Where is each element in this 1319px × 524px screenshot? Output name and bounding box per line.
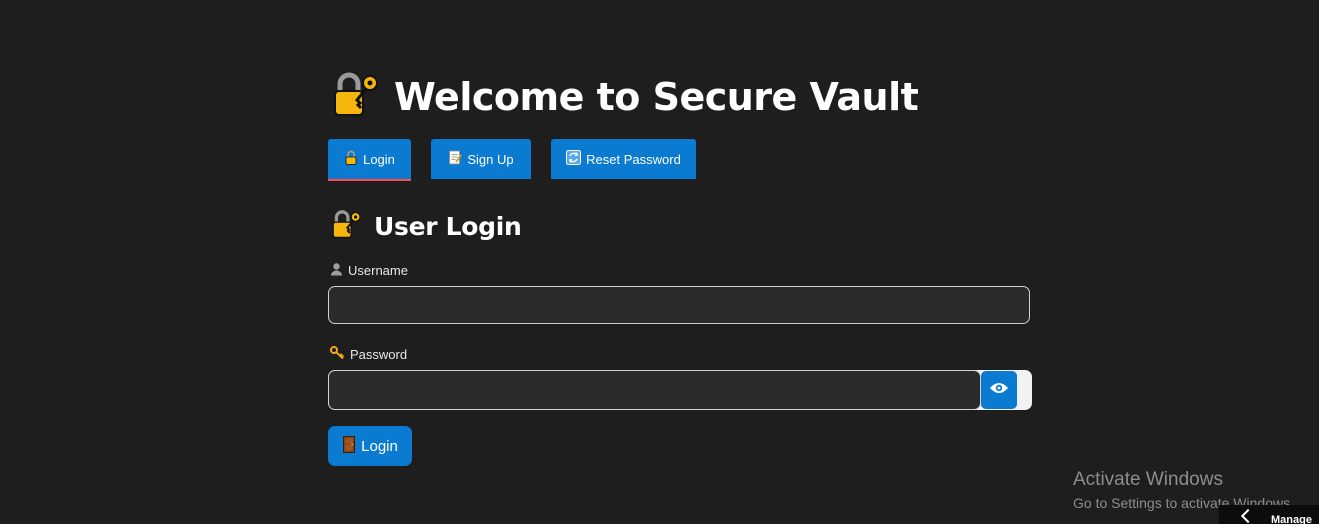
tab-reset-password-label: Reset Password bbox=[586, 151, 681, 167]
activate-windows-title: Activate Windows bbox=[1073, 469, 1223, 490]
lock-with-key-icon bbox=[330, 70, 380, 123]
memo-icon bbox=[448, 150, 463, 168]
door-icon bbox=[342, 435, 356, 457]
section-heading-text: User Login bbox=[374, 212, 522, 241]
username-label-text: Username bbox=[348, 263, 408, 278]
password-field-wrapper bbox=[328, 370, 1032, 410]
key-icon bbox=[330, 346, 345, 363]
eye-icon bbox=[989, 381, 1009, 400]
password-label: Password bbox=[330, 346, 407, 363]
tab-login[interactable]: Login bbox=[328, 139, 411, 181]
login-button-label: Login bbox=[361, 437, 398, 455]
tab-sign-up[interactable]: Sign Up bbox=[431, 139, 531, 179]
lock-icon bbox=[344, 150, 358, 168]
page: Welcome to Secure Vault Login Sign Up Re… bbox=[0, 0, 1319, 524]
password-input[interactable] bbox=[329, 371, 980, 409]
chevron-up-icon bbox=[1240, 508, 1256, 524]
tab-reset-password[interactable]: Reset Password bbox=[551, 139, 696, 179]
tab-sign-up-label: Sign Up bbox=[467, 151, 514, 167]
tab-login-label: Login bbox=[363, 151, 395, 167]
taskbar-manage-label: Manage bbox=[1271, 514, 1312, 524]
lock-with-key-icon bbox=[330, 208, 362, 245]
refresh-icon bbox=[566, 150, 582, 168]
show-password-button[interactable] bbox=[981, 371, 1017, 409]
user-silhouette-icon bbox=[330, 262, 343, 279]
taskbar-corner[interactable]: Manage bbox=[1219, 505, 1319, 524]
page-title-text: Welcome to Secure Vault bbox=[394, 74, 919, 119]
page-title: Welcome to Secure Vault bbox=[330, 70, 919, 123]
login-button[interactable]: Login bbox=[328, 426, 412, 466]
password-label-text: Password bbox=[350, 347, 408, 362]
username-field-box bbox=[328, 286, 1030, 324]
username-input[interactable] bbox=[329, 287, 1029, 323]
section-heading: User Login bbox=[330, 208, 522, 245]
password-field-box bbox=[328, 370, 981, 410]
username-label: Username bbox=[330, 262, 408, 279]
